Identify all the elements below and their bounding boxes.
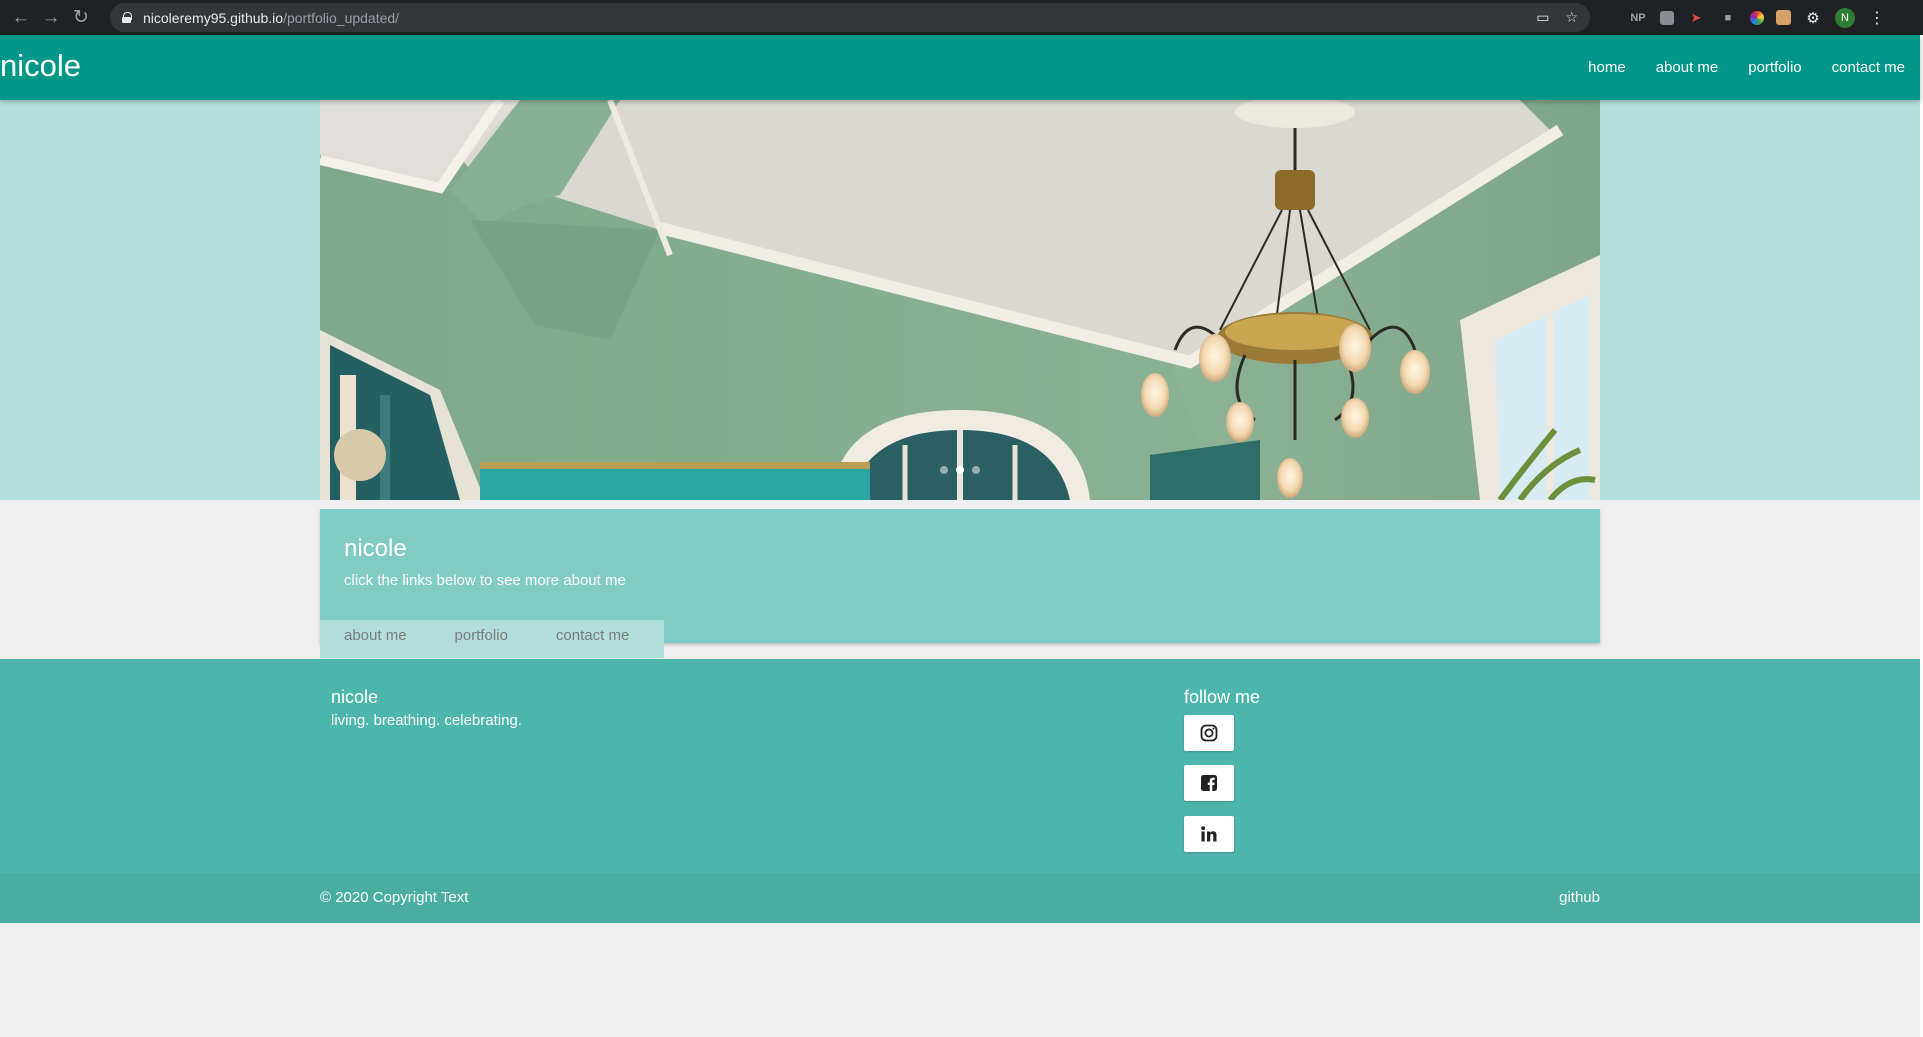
carousel-dot-active[interactable] xyxy=(956,466,964,474)
cast-icon[interactable]: ▭ xyxy=(1536,9,1549,26)
tab-about-me[interactable]: about me xyxy=(344,620,407,658)
site-brand[interactable]: nicole xyxy=(0,48,81,84)
extension-arrow-icon[interactable]: ➤ xyxy=(1686,8,1706,28)
lock-icon xyxy=(122,12,132,23)
profile-avatar[interactable]: N xyxy=(1835,7,1855,28)
carousel-dot[interactable] xyxy=(972,466,980,474)
reload-icon[interactable]: ↻ xyxy=(66,3,96,33)
tab-contact-me[interactable]: contact me xyxy=(556,620,629,658)
footer-tagline: living. breathing. celebrating. xyxy=(331,712,522,729)
nav-link-portfolio[interactable]: portfolio xyxy=(1748,59,1801,76)
instagram-icon xyxy=(1200,724,1218,742)
np-extension-icon[interactable]: NP xyxy=(1628,8,1648,28)
copyright-text: © 2020 Copyright Text xyxy=(320,889,469,906)
facebook-button[interactable] xyxy=(1184,765,1234,801)
page-footer: nicole living. breathing. celebrating. f… xyxy=(0,659,1920,873)
carousel-dot[interactable] xyxy=(940,466,948,474)
site-navbar: nicole home about me portfolio contact m… xyxy=(0,35,1920,100)
facebook-icon xyxy=(1201,775,1217,791)
extensions-puzzle-icon[interactable]: ⚙ xyxy=(1803,8,1823,28)
forward-icon[interactable]: → xyxy=(36,3,66,33)
chandelier-photo xyxy=(320,100,1600,500)
color-picker-icon[interactable] xyxy=(1750,10,1764,25)
back-icon[interactable]: ← xyxy=(6,3,36,33)
instagram-button[interactable] xyxy=(1184,715,1234,751)
browser-menu-icon[interactable]: ⋮ xyxy=(1867,8,1887,28)
tab-portfolio[interactable]: portfolio xyxy=(455,620,508,658)
nav-link-home[interactable]: home xyxy=(1588,59,1626,76)
follow-heading: follow me xyxy=(1184,687,1261,707)
nav-link-about-me[interactable]: about me xyxy=(1656,59,1719,76)
nav-links: home about me portfolio contact me xyxy=(1558,35,1905,100)
extension-face-icon[interactable] xyxy=(1776,10,1791,25)
footer-title: nicole xyxy=(331,687,379,707)
extension-dark-icon[interactable]: ■ xyxy=(1718,8,1738,28)
linkedin-button[interactable] xyxy=(1184,816,1234,852)
card-subtitle: click the links below to see more about … xyxy=(344,572,626,589)
url-path: /portfolio_updated/ xyxy=(283,9,400,26)
github-link[interactable]: github xyxy=(1559,889,1600,906)
card-tabs: about me portfolio contact me xyxy=(320,620,664,658)
footer-copyright-bar: © 2020 Copyright Text github xyxy=(0,873,1920,923)
url-host: nicoleremy95.github.io xyxy=(143,9,284,26)
bookmark-star-icon[interactable]: ☆ xyxy=(1565,9,1578,26)
browser-toolbar: ← → ↻ nicoleremy95.github.io/portfolio_u… xyxy=(0,0,1923,35)
card-title: nicole xyxy=(344,535,407,562)
address-bar[interactable]: nicoleremy95.github.io/portfolio_updated… xyxy=(110,3,1590,32)
linkedin-icon xyxy=(1201,826,1217,842)
extension-box-icon[interactable] xyxy=(1660,10,1674,25)
carousel-indicators xyxy=(320,466,1600,474)
nav-link-contact-me[interactable]: contact me xyxy=(1832,59,1905,76)
hero-carousel-image xyxy=(320,100,1600,500)
